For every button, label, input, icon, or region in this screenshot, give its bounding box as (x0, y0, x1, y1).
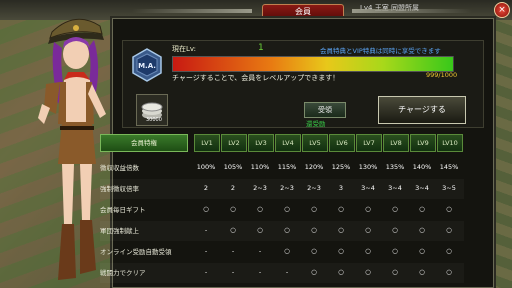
privilege-value: - (204, 226, 208, 234)
privilege-value: 120% (304, 163, 324, 171)
receive-button[interactable]: 受領 (304, 102, 346, 118)
level-header: LV6 (329, 134, 355, 152)
privilege-value: ○ (446, 205, 452, 213)
privilege-value: 2~3 (307, 184, 321, 192)
privilege-value: ○ (311, 226, 317, 234)
table-row: 徴収収益倍数 100% 105% 110% 115% 120% 125% 130% 135% 14… (100, 158, 464, 178)
privilege-value: ○ (446, 226, 452, 234)
level-header: LV5 (302, 134, 328, 152)
privilege-name: 戦闘力でクリア (100, 269, 146, 277)
privilege-value: - (204, 268, 208, 276)
privilege-value: ○ (365, 247, 371, 255)
privilege-value: ○ (311, 247, 317, 255)
privilege-value: 110% (250, 163, 270, 171)
privilege-value: ○ (419, 247, 425, 255)
exp-progress-bar (172, 56, 454, 72)
privilege-name: オンライン受励自動受領 (100, 248, 172, 256)
close-button[interactable]: × (494, 2, 510, 18)
privilege-value: 3~4 (415, 184, 429, 192)
privilege-value: 3~4 (388, 184, 402, 192)
charge-button[interactable]: チャージする (378, 96, 466, 124)
privilege-value: 3 (338, 184, 344, 192)
privilege-value: 3~5 (442, 184, 456, 192)
privilege-value: ○ (365, 226, 371, 234)
privilege-value: ○ (392, 205, 398, 213)
privilege-value: ○ (311, 205, 317, 213)
current-level-value: 1 (258, 43, 264, 53)
privilege-value: ○ (392, 247, 398, 255)
privilege-value: ○ (203, 205, 209, 213)
title-wing-right (352, 9, 472, 13)
privilege-value: 2~3 (280, 184, 294, 192)
privilege-value: ○ (257, 226, 263, 234)
level-header: LV7 (356, 134, 382, 152)
privilege-value: ○ (392, 226, 398, 234)
privilege-value: 3~4 (361, 184, 375, 192)
privilege-value: ○ (338, 226, 344, 234)
privilege-name: 軍団強制献上 (100, 227, 139, 235)
privilege-value: 135% (385, 163, 405, 171)
privilege-value: ○ (230, 226, 236, 234)
privilege-value: 100% (196, 163, 216, 171)
membership-badge-icon: M.A. (132, 48, 162, 82)
privilege-name: 強制徴収倍率 (100, 185, 139, 193)
privilege-value: ○ (338, 247, 344, 255)
privilege-value: - (258, 268, 262, 276)
privilege-value: 115% (277, 163, 297, 171)
privilege-value: ○ (257, 205, 263, 213)
level-header: LV10 (437, 134, 463, 152)
unclaimed-label: 還受励 (306, 120, 326, 128)
privilege-value: 2 (203, 184, 209, 192)
level-header: LV1 (194, 134, 220, 152)
table-row: 会員毎日ギフト ○ ○ ○ ○ ○ ○ ○ ○ ○ ○ (100, 200, 464, 220)
privilege-header-label: 会員特権 (100, 134, 188, 152)
current-level-label: 現在Lv: (172, 45, 197, 53)
exp-value: 999/1000 (426, 71, 458, 79)
privilege-value: ○ (419, 205, 425, 213)
privilege-value: ○ (365, 268, 371, 276)
window-titlebar: 会員 (112, 4, 492, 20)
table-row: オンライン受励自動受領 - - - ○ ○ ○ ○ ○ ○ ○ (100, 242, 464, 262)
privilege-value: - (231, 268, 235, 276)
privilege-value: ○ (230, 205, 236, 213)
privilege-value: 2~3 (253, 184, 267, 192)
privilege-name: 会員毎日ギフト (100, 206, 146, 214)
privilege-value: - (285, 268, 289, 276)
privilege-value: 125% (331, 163, 351, 171)
privilege-value: - (258, 247, 262, 255)
privilege-value: ○ (338, 205, 344, 213)
privilege-value: ○ (365, 205, 371, 213)
table-row: 強制徴収倍率 2 2 2~3 2~3 2~3 3 3~4 3~4 3~4 3~5 (100, 179, 464, 199)
badge-text: M.A. (138, 62, 156, 70)
privilege-value: 130% (358, 163, 378, 171)
table-row: 戦闘力でクリア - - - - ○ ○ ○ ○ ○ ○ (100, 263, 464, 283)
privilege-value: 105% (223, 163, 243, 171)
level-header: LV9 (410, 134, 436, 152)
privilege-value: ○ (446, 247, 452, 255)
privilege-value: ○ (338, 268, 344, 276)
privilege-value: ○ (284, 226, 290, 234)
charge-message: チャージすることで、会員をレベルアップできます！ (172, 74, 340, 82)
privilege-value: 140% (412, 163, 432, 171)
level-header: LV4 (275, 134, 301, 152)
privilege-value: - (204, 247, 208, 255)
privilege-value: ○ (311, 268, 317, 276)
privilege-value: ○ (284, 205, 290, 213)
level-header: LV3 (248, 134, 274, 152)
privilege-value: 145% (439, 163, 459, 171)
privilege-value: ○ (446, 268, 452, 276)
privilege-name: 徴収収益倍数 (100, 164, 139, 172)
level-header: LV8 (383, 134, 409, 152)
privilege-value: 2 (230, 184, 236, 192)
title-wing-left (132, 9, 252, 13)
privilege-notice: 会員特典とVIP特典は同時に享受できます (320, 47, 441, 55)
privilege-value: ○ (284, 247, 290, 255)
privilege-value: - (231, 247, 235, 255)
privilege-value: ○ (419, 268, 425, 276)
coin-amount: 30000 (146, 117, 162, 123)
privilege-value: ○ (419, 226, 425, 234)
level-header: LV2 (221, 134, 247, 152)
privilege-value: ○ (392, 268, 398, 276)
table-row: 軍団強制献上 - ○ ○ ○ ○ ○ ○ ○ ○ ○ (100, 221, 464, 241)
